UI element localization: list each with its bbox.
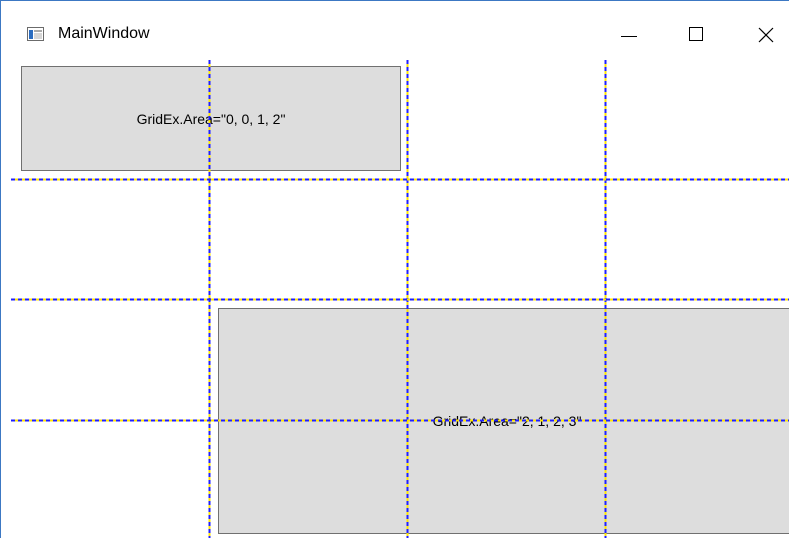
close-icon (758, 27, 774, 43)
minimize-icon (621, 36, 637, 37)
grid-area-button-top-left[interactable]: GridEx.Area="0, 0, 1, 2" (21, 66, 401, 171)
main-window: MainWindow GridEx.Area="0, 0, 1, 2" Grid… (0, 0, 789, 538)
close-button[interactable] (743, 13, 789, 53)
title-bar[interactable]: MainWindow (1, 1, 789, 47)
button-label: GridEx.Area="0, 0, 1, 2" (136, 110, 286, 127)
minimize-button[interactable] (606, 13, 652, 53)
maximize-button[interactable] (674, 13, 720, 53)
grid-area-button-bottom-span[interactable]: GridEx.Area="2, 1, 2, 3" (218, 308, 789, 534)
app-window-icon[interactable] (27, 27, 44, 41)
button-label: GridEx.Area="2, 1, 2, 3" (432, 413, 582, 429)
maximize-icon (689, 27, 703, 41)
grid-container: GridEx.Area="0, 0, 1, 2" GridEx.Area="2,… (11, 60, 789, 538)
window-title: MainWindow (58, 25, 150, 42)
